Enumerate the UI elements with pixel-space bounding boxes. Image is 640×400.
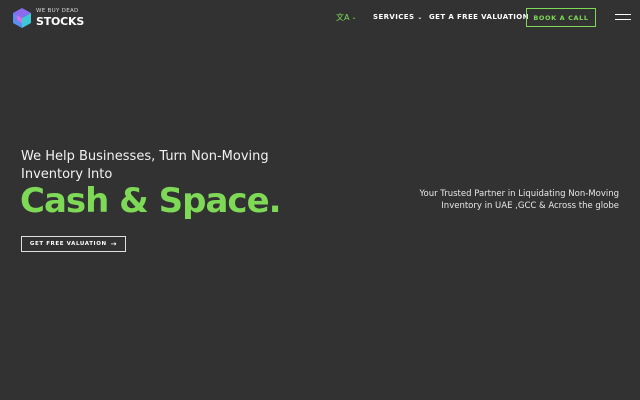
- nav-services-label: SERVICES: [373, 13, 415, 21]
- language-glyph: 文A: [336, 13, 350, 22]
- arrow-right-icon: →: [110, 240, 118, 248]
- brand-small-text: WE BUY DEAD: [36, 8, 79, 15]
- hero-headline: Cash & Space.: [20, 181, 282, 221]
- book-a-call-button[interactable]: BOOK A CALL: [526, 8, 596, 27]
- get-free-valuation-button[interactable]: GET FREE VALUATION →: [21, 236, 126, 252]
- language-switcher[interactable]: 文A ⌄: [336, 12, 357, 23]
- nav-services[interactable]: SERVICES ⌄: [373, 13, 423, 21]
- hero-subtitle: We Help Businesses, Turn Non-Moving Inve…: [21, 149, 269, 182]
- hero-tagline: Your Trusted Partner in Liquidating Non-…: [419, 189, 619, 211]
- brand-wordmark: WE BUY DEAD STOCKS: [36, 9, 84, 27]
- cube-logo-icon: [13, 8, 31, 28]
- nav-free-valuation[interactable]: GET A FREE VALUATION: [429, 13, 529, 21]
- cta-label: GET FREE VALUATION: [29, 241, 107, 247]
- brand-logo[interactable]: WE BUY DEAD STOCKS: [12, 6, 84, 30]
- chevron-down-icon: ⌄: [351, 14, 357, 21]
- chevron-down-icon: ⌄: [417, 13, 423, 21]
- brand-big-text: STOCKS: [36, 14, 85, 28]
- hamburger-icon[interactable]: [615, 14, 631, 21]
